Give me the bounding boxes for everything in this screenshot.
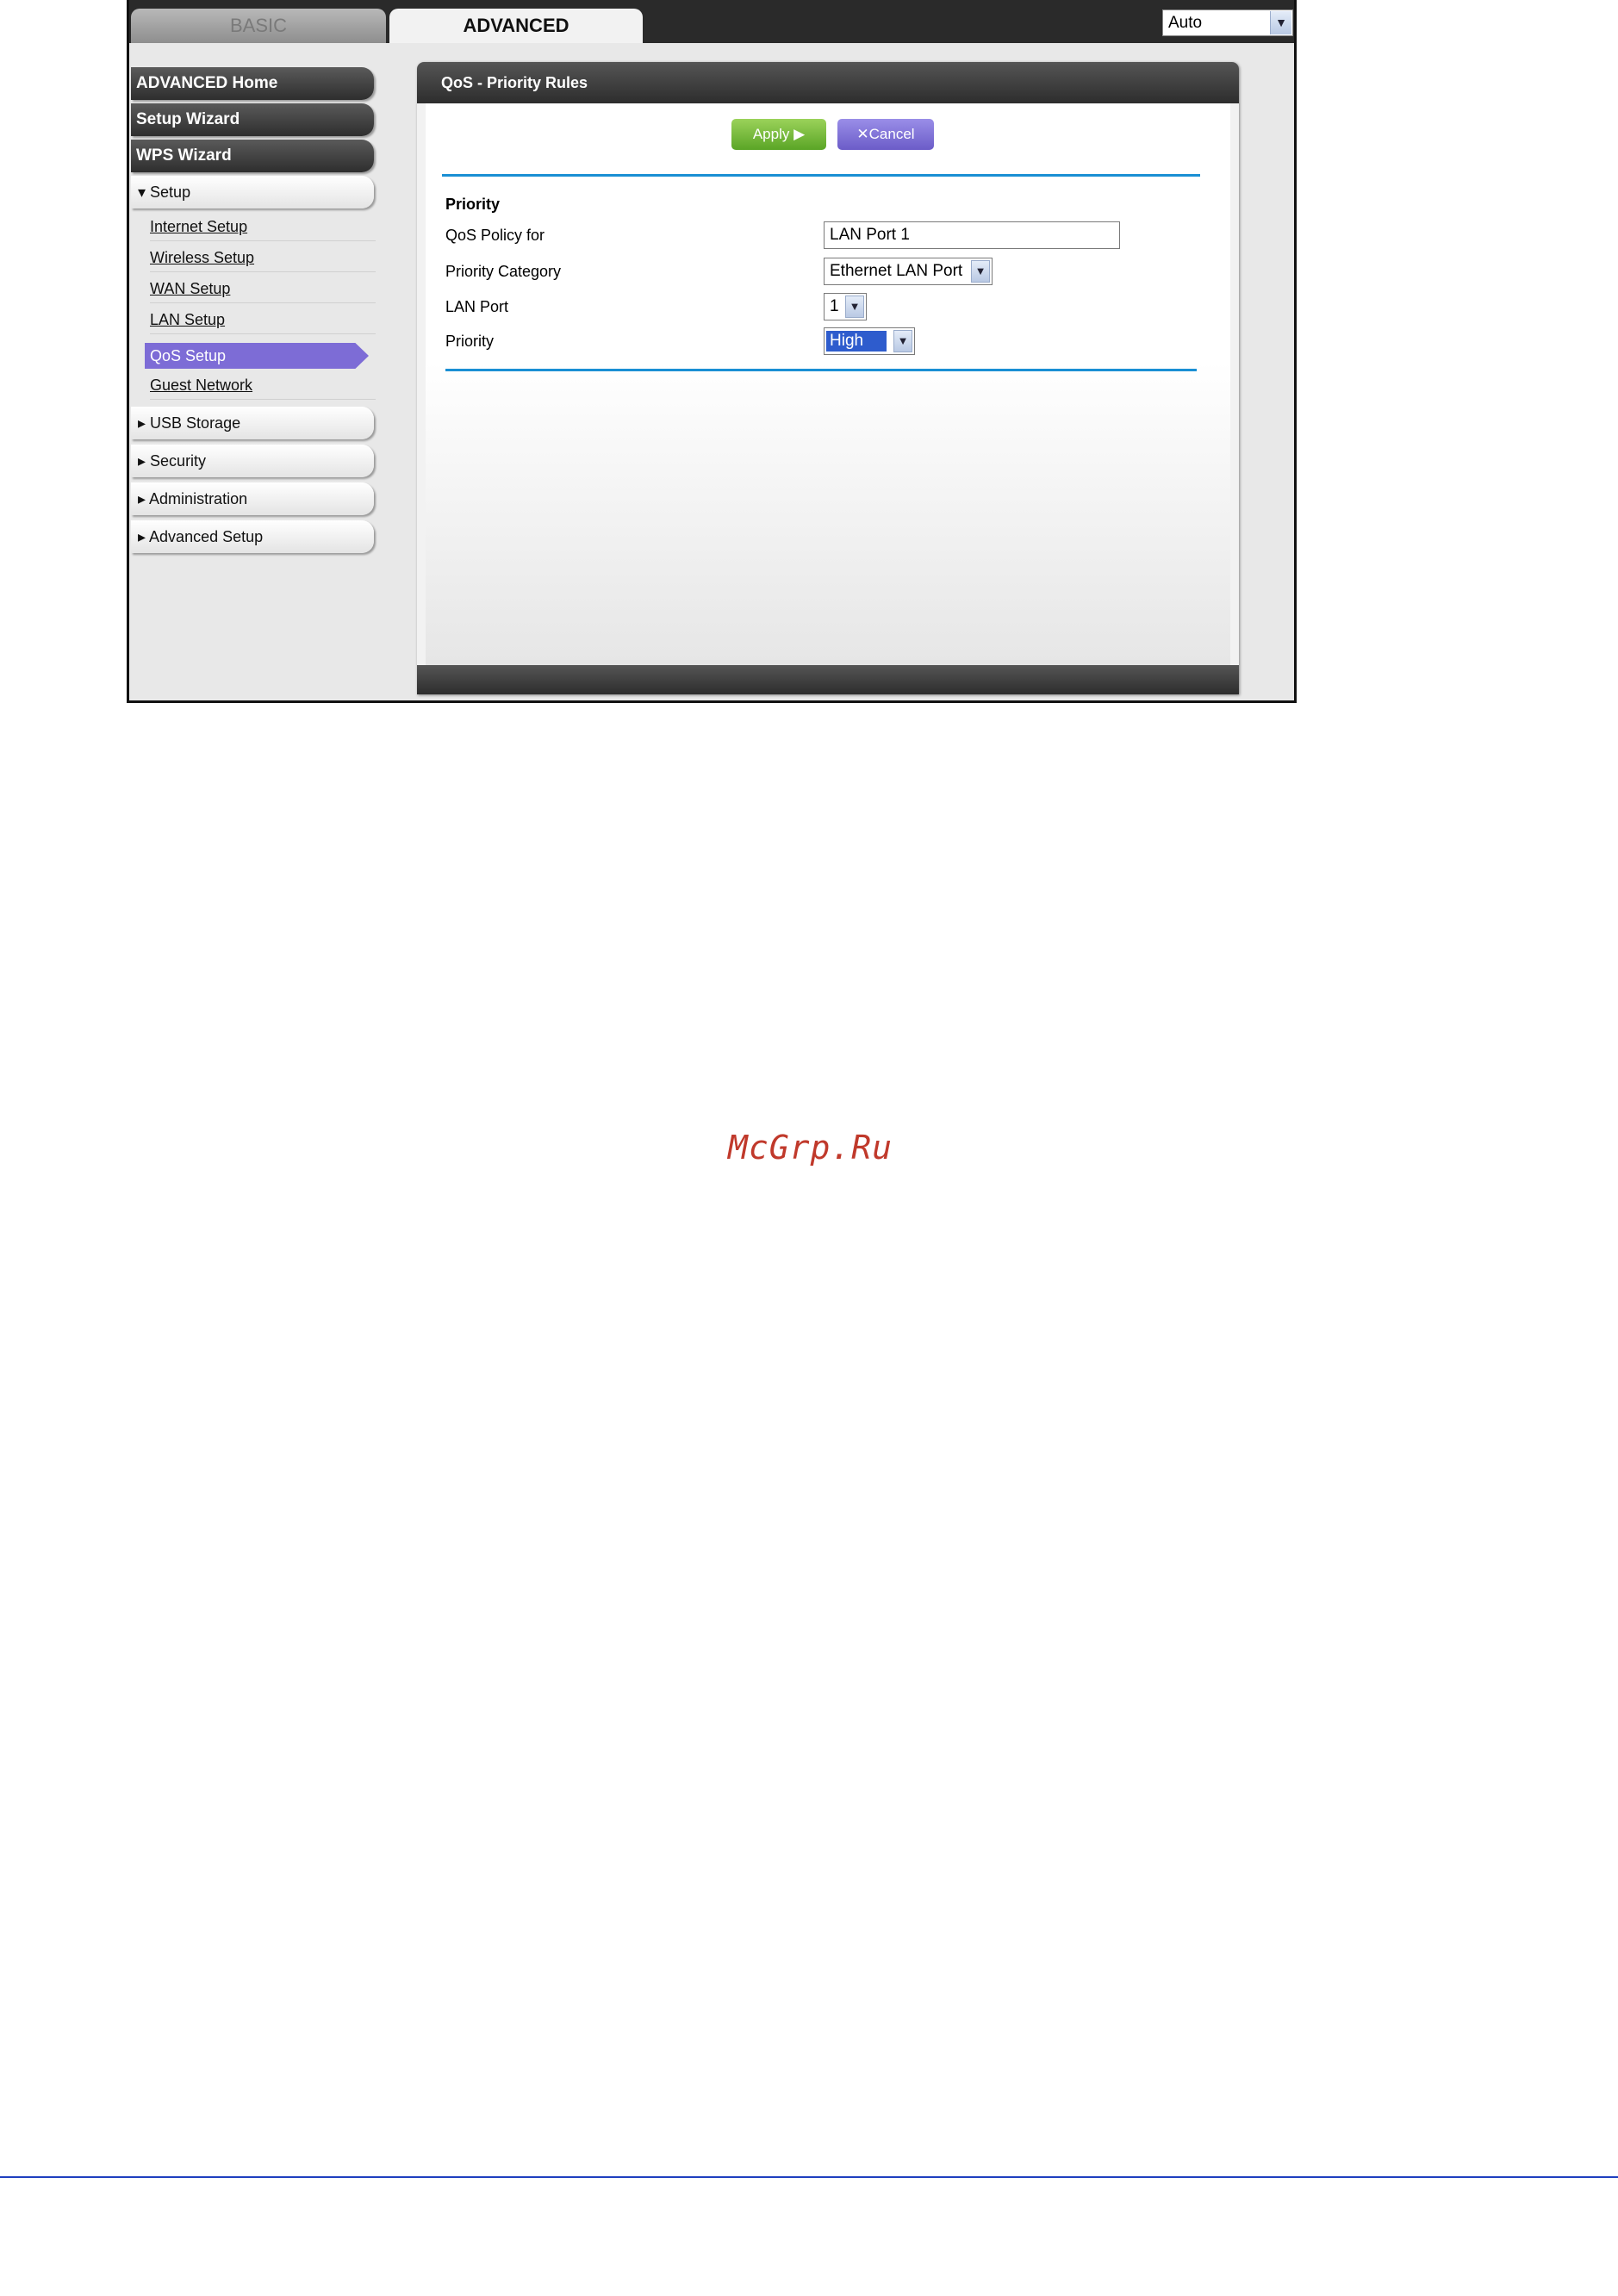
priority-category-label: Priority Category xyxy=(445,263,562,280)
sidebar-item-wan-setup[interactable]: WAN Setup xyxy=(150,274,376,303)
sidebar-item-administration[interactable]: ▸ Administration xyxy=(131,482,374,515)
language-select[interactable]: Auto ▼ xyxy=(1162,9,1293,36)
chevron-down-icon[interactable]: ▼ xyxy=(971,260,990,283)
panel-title: QoS - Priority Rules xyxy=(417,62,1239,103)
lan-port-label: LAN Port xyxy=(445,298,509,315)
sidebar-item-setup-wizard[interactable]: Setup Wizard xyxy=(131,103,374,136)
tab-basic[interactable]: BASIC xyxy=(131,9,386,43)
top-bar: BASIC ADVANCED Auto ▼ xyxy=(129,0,1294,43)
priority-category-value: Ethernet LAN Port xyxy=(830,262,963,280)
priority-value: High xyxy=(826,331,887,352)
chevron-down-icon[interactable]: ▼ xyxy=(893,330,912,352)
panel-footer xyxy=(417,665,1239,694)
section-divider-top xyxy=(442,174,1200,177)
panel-body-shade xyxy=(426,362,1230,665)
router-admin-frame: BASIC ADVANCED Auto ▼ ADVANCED Home Setu… xyxy=(127,0,1297,703)
qos-policy-field[interactable]: LAN Port 1 xyxy=(824,221,1120,249)
sidebar-item-internet-setup[interactable]: Internet Setup xyxy=(150,212,376,241)
section-title-priority: Priority xyxy=(445,196,501,213)
sidebar-item-lan-setup[interactable]: LAN Setup xyxy=(150,305,376,334)
sidebar-item-wireless-setup[interactable]: Wireless Setup xyxy=(150,243,376,272)
sidebar-item-setup[interactable]: ▾ Setup xyxy=(131,176,374,208)
sidebar-item-usb-storage[interactable]: ▸ USB Storage xyxy=(131,407,374,439)
cancel-button[interactable]: ✕Cancel xyxy=(837,119,934,150)
sidebar-item-wps-wizard[interactable]: WPS Wizard xyxy=(131,140,374,172)
chevron-down-icon[interactable]: ▼ xyxy=(1270,11,1291,34)
apply-button[interactable]: Apply ▶ xyxy=(731,119,826,150)
priority-select[interactable]: High ▼ xyxy=(824,327,915,355)
priority-category-select[interactable]: Ethernet LAN Port ▼ xyxy=(824,258,993,285)
lan-port-value: 1 xyxy=(830,297,839,315)
sidebar-item-advanced-setup[interactable]: ▸ Advanced Setup xyxy=(131,520,374,553)
page-bottom-rule xyxy=(0,2176,1618,2178)
chevron-down-icon[interactable]: ▼ xyxy=(845,296,864,318)
tab-advanced[interactable]: ADVANCED xyxy=(389,9,643,43)
sidebar-item-qos-setup[interactable]: QoS Setup xyxy=(145,343,369,369)
panel-body xyxy=(426,103,1230,665)
lan-port-select[interactable]: 1 ▼ xyxy=(824,293,867,320)
section-divider-bottom xyxy=(445,369,1197,371)
language-select-value: Auto xyxy=(1168,14,1203,32)
qos-priority-rules-panel: QoS - Priority Rules xyxy=(417,62,1239,694)
sidebar-item-security[interactable]: ▸ Security xyxy=(131,445,374,477)
qos-policy-label: QoS Policy for xyxy=(445,227,545,244)
watermark: McGrp.Ru xyxy=(728,1129,893,1167)
sidebar-item-guest-network[interactable]: Guest Network xyxy=(150,370,376,400)
sidebar-item-advanced-home[interactable]: ADVANCED Home xyxy=(131,67,374,100)
priority-label: Priority xyxy=(445,333,495,350)
